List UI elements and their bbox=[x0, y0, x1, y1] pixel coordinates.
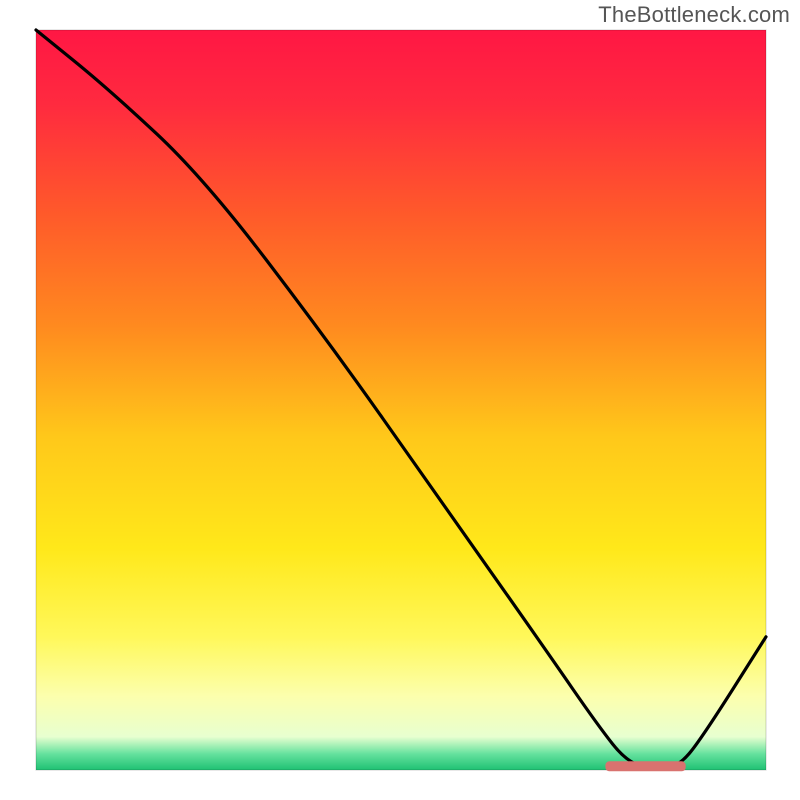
chart-container: TheBottleneck.com bbox=[0, 0, 800, 800]
gradient-background bbox=[36, 30, 766, 770]
chart-svg bbox=[0, 0, 800, 800]
plot-area bbox=[36, 30, 766, 771]
optimal-range-marker bbox=[605, 761, 685, 771]
watermark-text: TheBottleneck.com bbox=[598, 2, 790, 28]
